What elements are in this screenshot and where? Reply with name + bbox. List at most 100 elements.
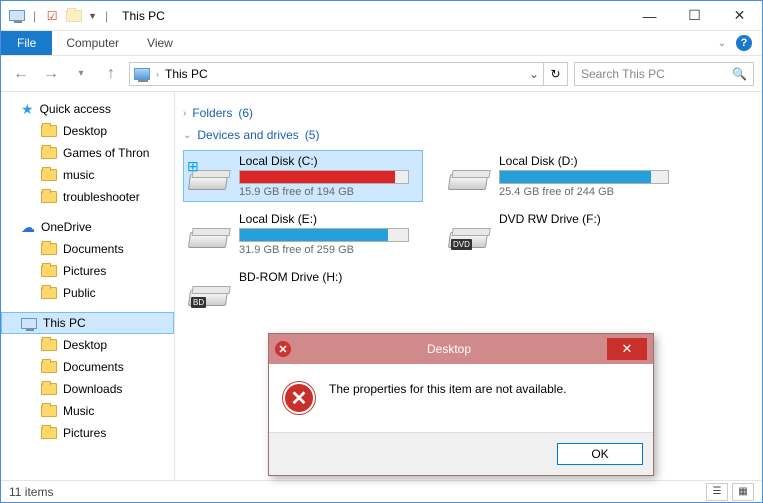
- bd-icon: BD: [191, 297, 206, 308]
- nav-pc-documents[interactable]: Documents: [1, 356, 174, 378]
- drive-info: DVD RW Drive (F:): [499, 212, 679, 256]
- details-view-button[interactable]: ☰: [706, 483, 728, 501]
- search-input[interactable]: Search This PC 🔍: [574, 62, 754, 86]
- windows-icon: ⊞: [187, 158, 199, 175]
- pc-icon: [134, 68, 150, 80]
- folder-icon: [41, 339, 57, 351]
- dialog-close-button[interactable]: ✕: [607, 338, 647, 360]
- nav-troubleshooter[interactable]: troubleshooter: [1, 186, 174, 208]
- star-icon: ★: [21, 101, 34, 118]
- minimize-button[interactable]: —: [627, 1, 672, 30]
- group-folders[interactable]: › Folders (6): [183, 106, 754, 120]
- ok-button[interactable]: OK: [557, 443, 643, 465]
- navigation-pane: ★Quick access Desktop Games of Thron mus…: [1, 92, 175, 480]
- folder-icon: [41, 169, 57, 181]
- tiles-view-button[interactable]: ▦: [732, 483, 754, 501]
- nav-music[interactable]: music: [1, 164, 174, 186]
- group-drives[interactable]: ⌄ Devices and drives (5): [183, 128, 754, 142]
- tab-computer[interactable]: Computer: [52, 31, 133, 55]
- drive-name: Local Disk (C:): [239, 154, 419, 168]
- drive-icon: BD: [187, 270, 231, 310]
- folder-icon: [41, 405, 57, 417]
- nav-pc-desktop[interactable]: Desktop: [1, 334, 174, 356]
- nav-pictures[interactable]: Pictures: [1, 260, 174, 282]
- chevron-down-icon: ⌄: [183, 130, 191, 141]
- drive-item[interactable]: DVD DVD RW Drive (F:): [443, 208, 683, 260]
- drive-name: BD-ROM Drive (H:): [239, 270, 419, 284]
- folder-icon: [41, 243, 57, 255]
- help-icon[interactable]: ?: [736, 35, 752, 51]
- quick-access-toolbar: | ☑ ▼ |: [1, 8, 118, 24]
- nav-public[interactable]: Public: [1, 282, 174, 304]
- close-button[interactable]: ✕: [717, 1, 762, 30]
- navigation-row: ← → ▾ ↑ › This PC ⌄ ↻ Search This PC 🔍: [1, 56, 762, 92]
- cloud-icon: ☁: [21, 219, 35, 236]
- recent-dropdown-icon[interactable]: ▾: [69, 62, 93, 86]
- qat-dropdown-icon[interactable]: ▼: [88, 11, 97, 21]
- nav-this-pc[interactable]: This PC: [1, 312, 174, 334]
- ribbon-tabs: File Computer View ⌄ ?: [1, 31, 762, 56]
- drive-name: DVD RW Drive (F:): [499, 212, 679, 226]
- separator: |: [33, 9, 36, 23]
- dialog-message: The properties for this item are not ava…: [329, 382, 566, 396]
- folder-icon: [41, 427, 57, 439]
- drive-icon: DVD: [447, 212, 491, 252]
- forward-button[interactable]: →: [39, 62, 63, 86]
- dialog-title: Desktop: [291, 342, 607, 356]
- nav-pc-downloads[interactable]: Downloads: [1, 378, 174, 400]
- file-tab[interactable]: File: [1, 31, 52, 55]
- drive-item[interactable]: Local Disk (E:) 31.9 GB free of 259 GB: [183, 208, 423, 260]
- nav-onedrive[interactable]: ☁OneDrive: [1, 216, 174, 238]
- search-placeholder: Search This PC: [581, 67, 665, 81]
- folder-icon: [41, 383, 57, 395]
- nav-pc-music[interactable]: Music: [1, 400, 174, 422]
- app-icon: [9, 8, 25, 24]
- nav-pc-pictures[interactable]: Pictures: [1, 422, 174, 444]
- folder-icon: [41, 287, 57, 299]
- pc-icon: [21, 318, 37, 329]
- nav-desktop[interactable]: Desktop: [1, 120, 174, 142]
- nav-documents[interactable]: Documents: [1, 238, 174, 260]
- ribbon-expand-icon[interactable]: ⌄: [718, 38, 726, 49]
- address-dropdown-icon[interactable]: ⌄: [529, 67, 539, 81]
- tab-view[interactable]: View: [133, 31, 187, 55]
- nav-games[interactable]: Games of Thron: [1, 142, 174, 164]
- drive-item[interactable]: Local Disk (D:) 25.4 GB free of 244 GB: [443, 150, 683, 202]
- address-bar[interactable]: › This PC ⌄: [129, 62, 544, 86]
- refresh-button[interactable]: ↻: [544, 62, 568, 86]
- drive-icon: [447, 154, 491, 194]
- error-large-icon: ✕: [283, 382, 315, 414]
- status-bar: 11 items ☰ ▦: [1, 480, 762, 502]
- nav-quick-access[interactable]: ★Quick access: [1, 98, 174, 120]
- drive-info: Local Disk (E:) 31.9 GB free of 259 GB: [239, 212, 419, 256]
- dialog-body: ✕ The properties for this item are not a…: [269, 364, 653, 432]
- usage-bar: [499, 170, 669, 184]
- window-controls: — ☐ ✕: [627, 1, 762, 30]
- properties-icon[interactable]: ☑: [44, 8, 60, 24]
- drive-item[interactable]: BD BD-ROM Drive (H:): [183, 266, 423, 314]
- up-button[interactable]: ↑: [99, 62, 123, 86]
- dialog-footer: OK: [269, 432, 653, 475]
- drive-info: Local Disk (C:) 15.9 GB free of 194 GB: [239, 154, 419, 198]
- usage-bar: [239, 228, 409, 242]
- error-icon: ✕: [275, 341, 291, 357]
- drive-item[interactable]: ⊞ Local Disk (C:) 15.9 GB free of 194 GB: [183, 150, 423, 202]
- back-button[interactable]: ←: [9, 62, 33, 86]
- maximize-button[interactable]: ☐: [672, 1, 717, 30]
- drive-name: Local Disk (D:): [499, 154, 679, 168]
- drive-name: Local Disk (E:): [239, 212, 419, 226]
- drive-icon: [187, 212, 231, 252]
- new-folder-icon[interactable]: [66, 8, 82, 24]
- drive-info: BD-ROM Drive (H:): [239, 270, 419, 310]
- dvd-icon: DVD: [451, 239, 472, 250]
- drive-info: Local Disk (D:) 25.4 GB free of 244 GB: [499, 154, 679, 198]
- drive-icon: ⊞: [187, 154, 231, 194]
- item-count: 11 items: [9, 485, 53, 499]
- breadcrumb[interactable]: This PC: [165, 67, 208, 81]
- folder-icon: [41, 191, 57, 203]
- folder-icon: [41, 125, 57, 137]
- search-icon: 🔍: [732, 67, 747, 81]
- dialog-titlebar[interactable]: ✕ Desktop ✕: [269, 334, 653, 364]
- error-dialog: ✕ Desktop ✕ ✕ The properties for this it…: [268, 333, 654, 476]
- folder-icon: [41, 361, 57, 373]
